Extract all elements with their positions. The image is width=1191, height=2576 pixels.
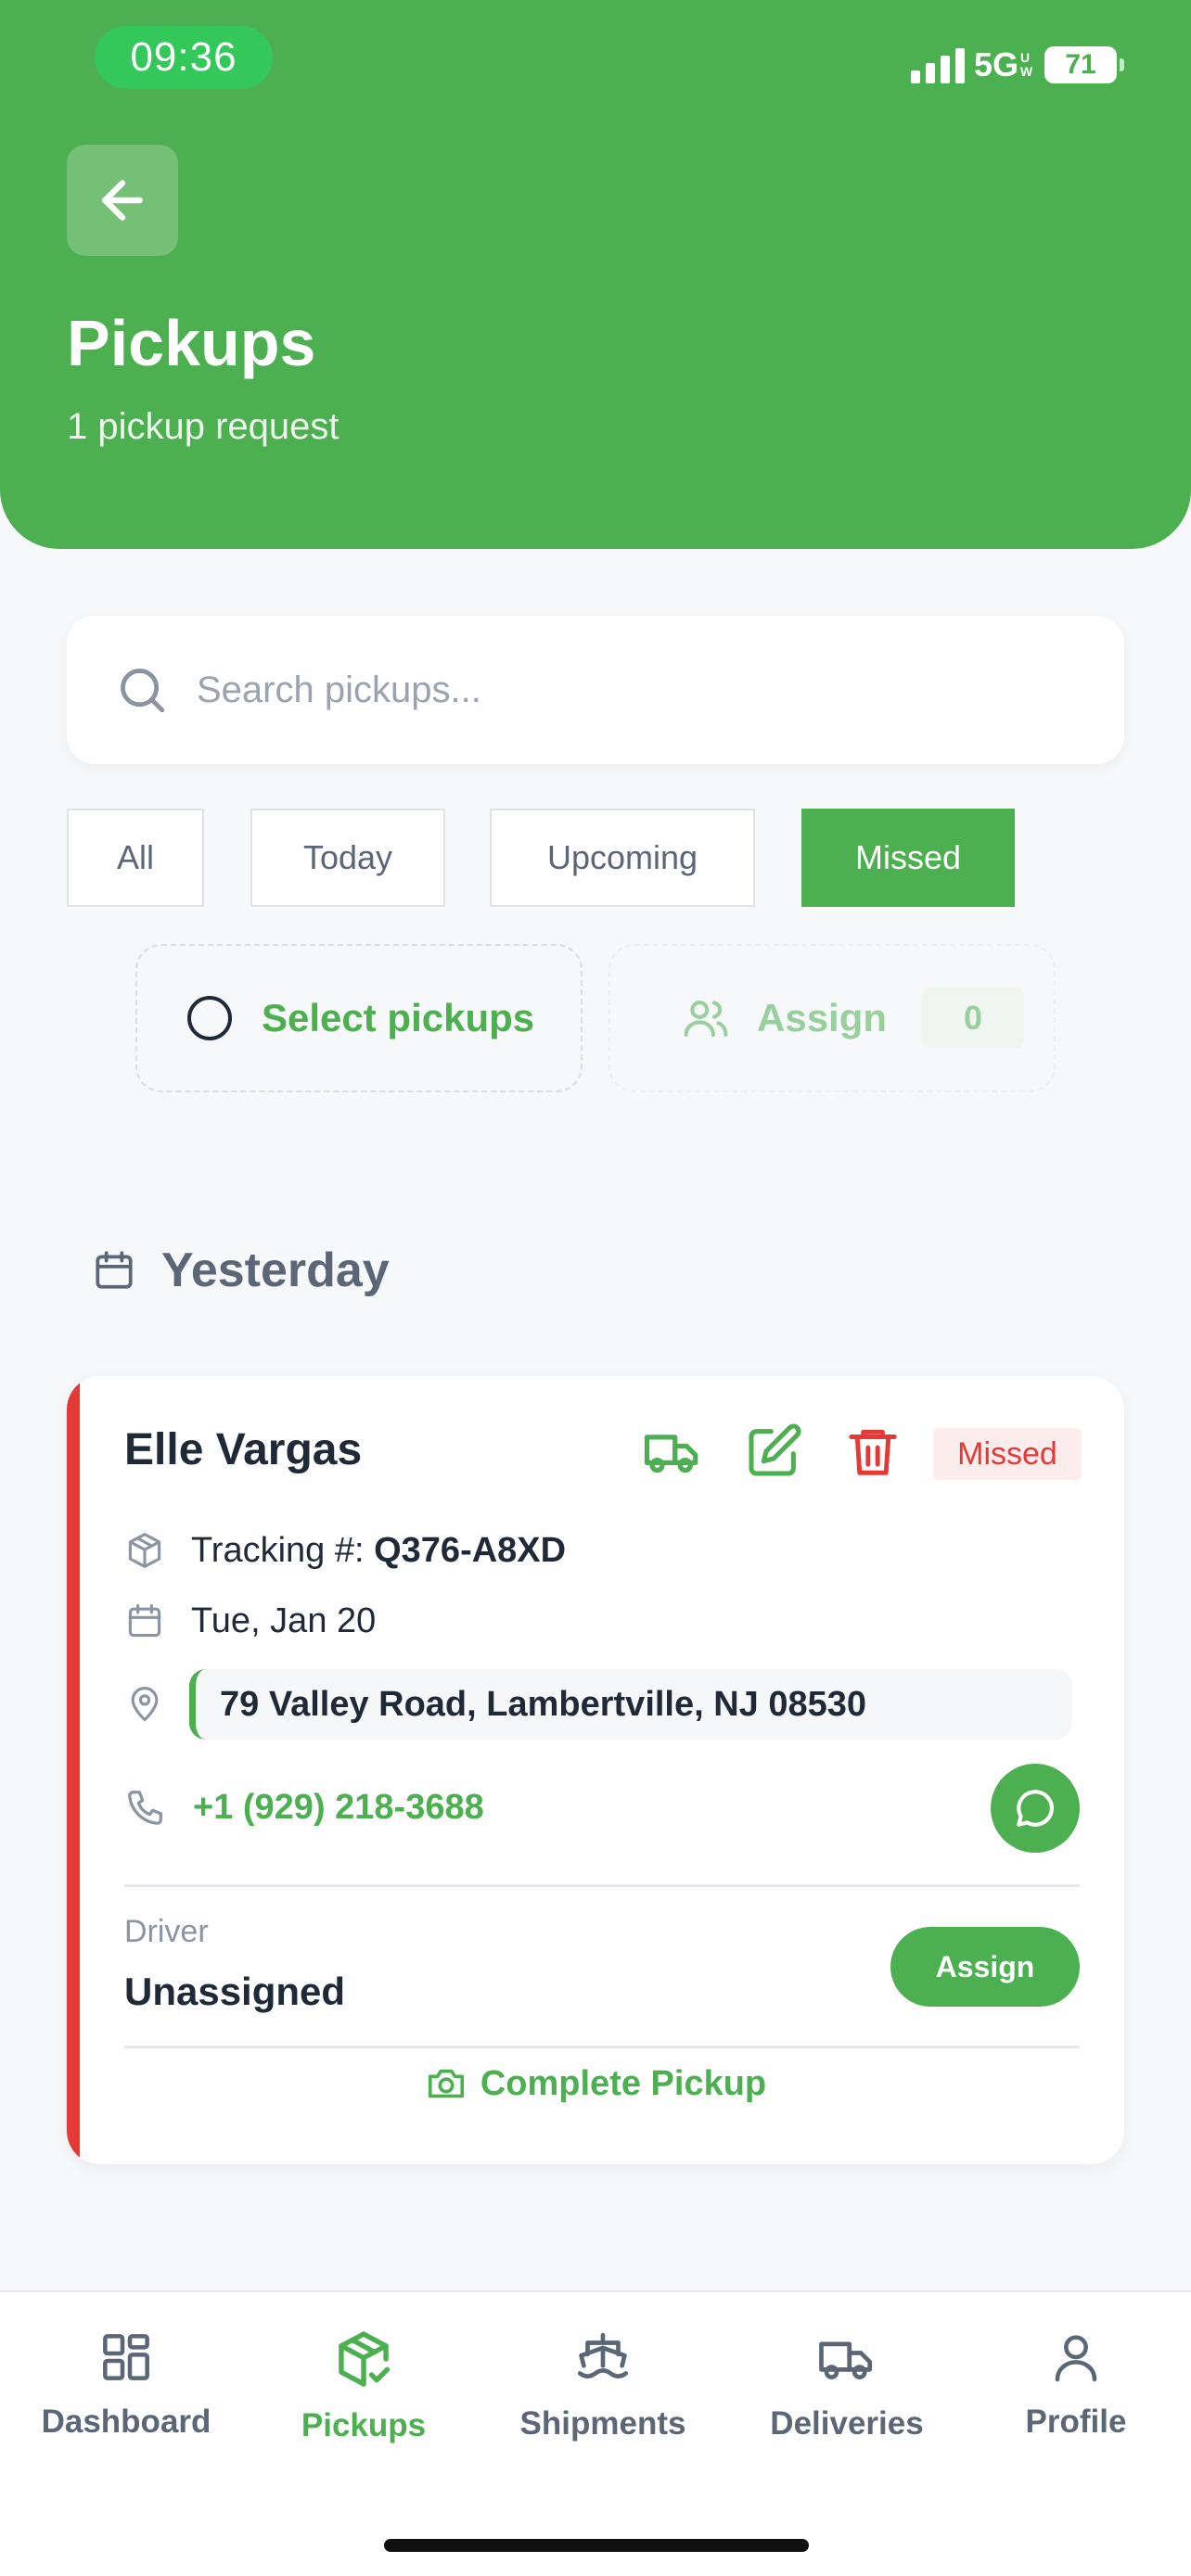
user-icon	[1055, 2335, 1097, 2382]
truck-icon[interactable]	[642, 1421, 703, 1482]
package-icon	[128, 1533, 161, 1568]
nav-pickups[interactable]: Pickups	[252, 2327, 475, 2444]
back-button[interactable]	[67, 145, 178, 256]
battery-level: 71	[1065, 49, 1096, 80]
signal-icon	[910, 46, 965, 83]
select-pickups-label: Select pickups	[262, 996, 535, 1039]
search-icon	[121, 669, 165, 713]
tracking-prefix: Tracking #:	[191, 1530, 375, 1570]
nav-label: Deliveries	[770, 2405, 924, 2442]
tab-upcoming[interactable]: Upcoming	[490, 809, 755, 907]
status-badge: Missed	[933, 1428, 1082, 1480]
status-icons: 5G UW 71	[910, 41, 1124, 89]
nav-label: Profile	[1025, 2404, 1127, 2440]
phone-row[interactable]: +1 (929) 218-3688	[124, 1786, 484, 1829]
page-subtitle: 1 pickup request	[67, 406, 339, 447]
tab-all[interactable]: All	[67, 809, 204, 907]
driver-label: Driver	[124, 1914, 209, 1949]
divider	[124, 2046, 1080, 2048]
driver-value: Unassigned	[124, 1970, 346, 2013]
edit-icon[interactable]	[744, 1422, 803, 1481]
phone-number[interactable]: +1 (929) 218-3688	[193, 1788, 484, 1828]
calendar-icon	[128, 1603, 161, 1638]
page-title: Pickups	[67, 307, 316, 379]
complete-pickup-label: Complete Pickup	[480, 2063, 767, 2103]
arrow-left-icon	[102, 180, 143, 221]
truck-icon	[819, 2341, 873, 2379]
network-sup: UW	[1020, 50, 1033, 79]
bulk-assign-button[interactable]: Assign 0	[608, 944, 1056, 1092]
bulk-assign-label: Assign	[757, 996, 888, 1039]
tracking-number: Q376-A8XD	[374, 1530, 567, 1570]
bottom-nav: Dashboard Pickups Shipments Deliveries P…	[0, 2290, 1191, 2576]
location-row	[124, 1684, 165, 1725]
search-bar[interactable]	[67, 616, 1124, 764]
nav-dashboard[interactable]: Dashboard	[15, 2327, 237, 2441]
customer-name: Elle Vargas	[124, 1425, 363, 1474]
header: 09:36 5G UW 71 Pickups 1 pickup request	[0, 0, 1191, 549]
nav-label: Dashboard	[41, 2404, 211, 2440]
ship-icon	[577, 2332, 629, 2378]
tracking-row: Tracking #: Q376-A8XD	[124, 1530, 566, 1571]
tab-label: All	[116, 838, 154, 876]
assign-driver-button[interactable]: Assign	[890, 1927, 1080, 2007]
divider	[124, 1884, 1080, 1887]
address: 79 Valley Road, Lambertville, NJ 08530	[189, 1669, 1072, 1740]
calendar-icon	[96, 1251, 133, 1289]
network-label: 5G	[973, 45, 1018, 83]
date-row: Tue, Jan 20	[124, 1600, 376, 1641]
nav-label: Shipments	[519, 2405, 686, 2442]
pickup-card[interactable]: Elle Vargas Missed Tracking #: Q376-A8XD…	[67, 1376, 1124, 2164]
status-time: 09:36	[95, 26, 273, 89]
nav-profile[interactable]: Profile	[965, 2327, 1187, 2441]
message-button[interactable]	[991, 1764, 1080, 1853]
card-actions	[642, 1421, 902, 1482]
tab-label: Today	[302, 838, 393, 876]
tab-label: Upcoming	[546, 838, 698, 876]
section-header: Yesterday	[91, 1243, 390, 1298]
selected-count-badge: 0	[922, 988, 1025, 1048]
search-input[interactable]	[197, 669, 1031, 711]
tab-label: Missed	[854, 838, 962, 876]
package-check-icon	[339, 2331, 391, 2387]
phone-icon	[128, 1791, 162, 1825]
radio-circle-icon	[187, 996, 232, 1040]
grid-icon	[103, 2334, 149, 2380]
trash-icon[interactable]	[844, 1422, 902, 1480]
tab-today[interactable]: Today	[250, 809, 445, 907]
camera-icon	[428, 2069, 464, 2098]
nav-label: Pickups	[301, 2407, 427, 2443]
tab-missed[interactable]: Missed	[801, 809, 1015, 907]
complete-pickup-button[interactable]: Complete Pickup	[67, 2062, 1124, 2105]
map-pin-icon	[131, 1687, 159, 1722]
status-stripe	[67, 1376, 80, 2164]
pickup-date: Tue, Jan 20	[191, 1600, 377, 1640]
nav-shipments[interactable]: Shipments	[492, 2327, 714, 2442]
home-indicator[interactable]	[384, 2539, 809, 2552]
chat-icon	[1017, 1790, 1054, 1827]
battery-icon: 71	[1044, 46, 1124, 83]
section-title: Yesterday	[161, 1243, 390, 1297]
users-icon	[684, 1001, 728, 1038]
select-pickups-button[interactable]: Select pickups	[135, 944, 583, 1092]
nav-deliveries[interactable]: Deliveries	[736, 2327, 958, 2442]
